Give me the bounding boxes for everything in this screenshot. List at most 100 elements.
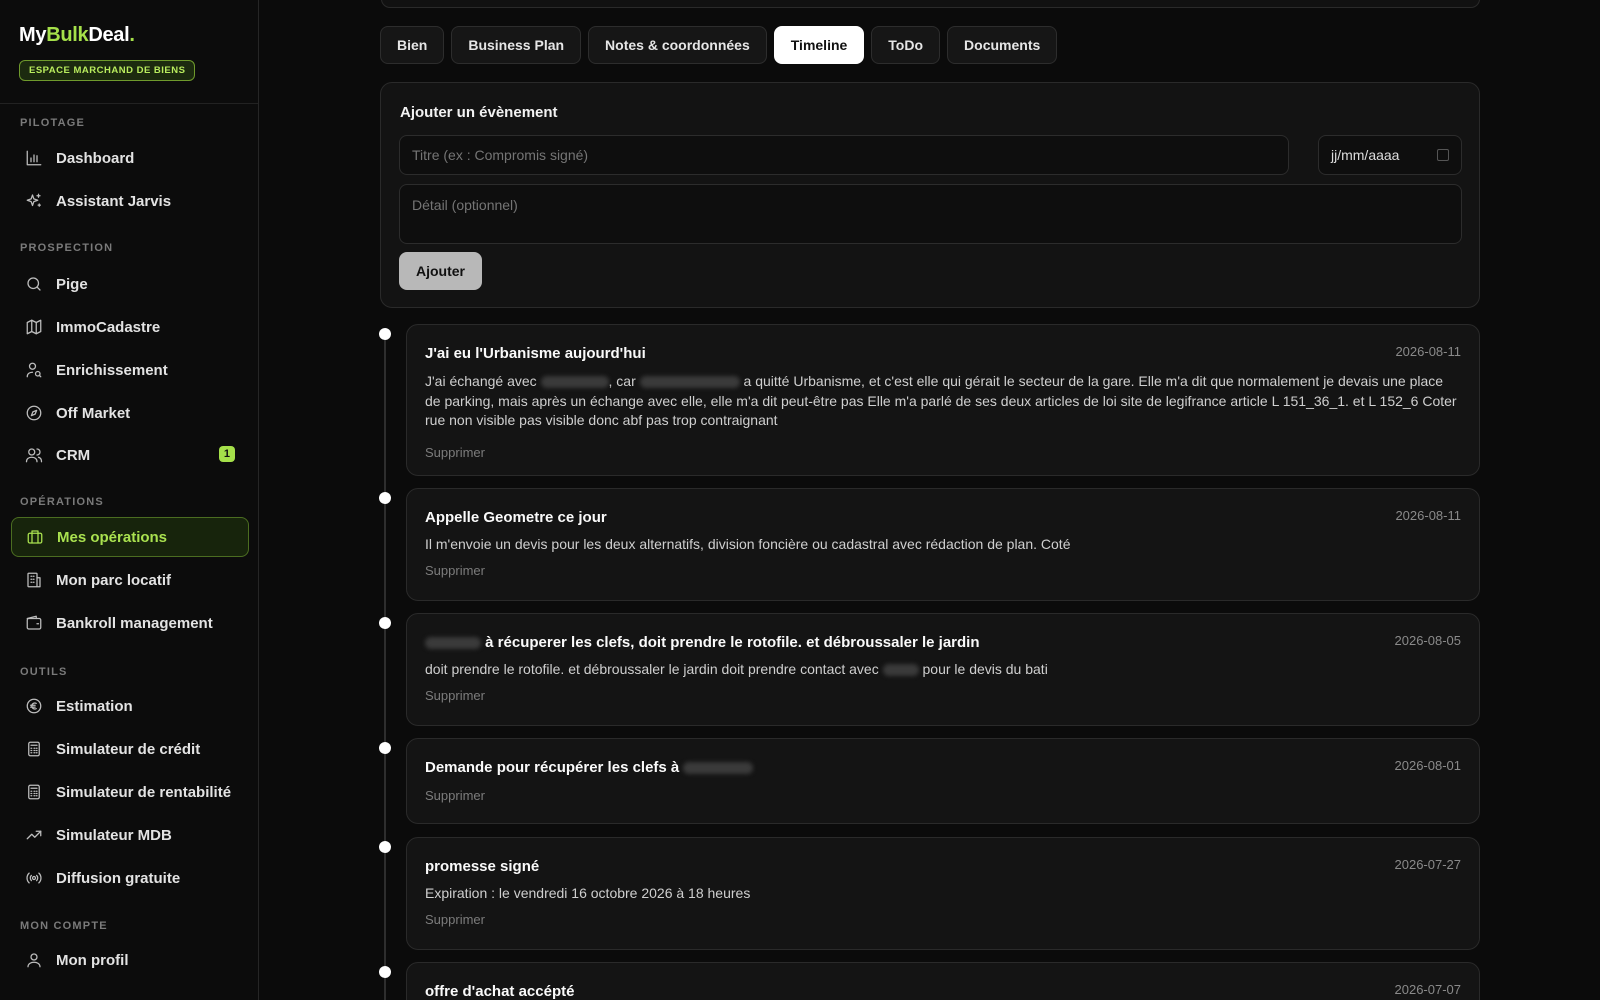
event-title: à récuperer les clefs, doit prendre le r…	[425, 634, 980, 651]
user-icon	[24, 950, 44, 970]
redacted-name	[540, 376, 609, 389]
space-badge: ESPACE MARCHAND DE BIENS	[19, 60, 196, 81]
sidebar-item-label: Assistant Jarvis	[56, 192, 172, 210]
timeline-dot	[379, 742, 391, 754]
event-date: 2026-07-27	[1394, 857, 1462, 872]
broadcast-icon	[24, 868, 44, 888]
top-card-edge	[381, 0, 1480, 8]
timeline-dot	[379, 841, 391, 853]
sidebar-item-label: Dashboard	[56, 149, 135, 167]
brand-area: MyBulkDeal. ESPACE MARCHAND DE BIENS	[0, 0, 258, 104]
sidebar-item-simulateur-credit[interactable]: Simulateur de crédit	[11, 729, 249, 769]
event-detail: doit prendre le rotofile. et débroussale…	[425, 661, 1048, 677]
section-outils: OUTILS	[20, 666, 68, 678]
delete-event-link[interactable]: Supprimer	[425, 788, 485, 803]
sidebar-item-estimation[interactable]: Estimation	[11, 686, 249, 726]
event-title: promesse signé	[425, 858, 540, 875]
tab-documents[interactable]: Documents	[947, 26, 1058, 64]
event-detail: Expiration : le vendredi 16 octobre 2026…	[425, 885, 751, 901]
briefcase-icon	[25, 527, 45, 547]
search-icon	[24, 274, 44, 294]
delete-event-link[interactable]: Supprimer	[425, 912, 485, 927]
timeline-dot	[379, 328, 391, 340]
sidebar-item-label: Estimation	[56, 697, 133, 715]
sparkles-icon	[24, 191, 44, 211]
event-date: 2026-08-11	[1395, 344, 1461, 359]
calculator-icon	[24, 782, 44, 802]
add-event-button[interactable]: Ajouter	[399, 252, 482, 290]
event-date: 2026-08-05	[1394, 633, 1462, 648]
timeline-event: à récuperer les clefs, doit prendre le r…	[406, 613, 1480, 726]
sidebar-item-immocadastre[interactable]: ImmoCadastre	[11, 307, 249, 347]
sidebar-item-assistant-jarvis[interactable]: Assistant Jarvis	[11, 181, 249, 221]
sidebar-item-label: Diffusion gratuite	[56, 869, 181, 887]
event-date-input[interactable]: jj/mm/aaaa	[1318, 135, 1462, 175]
section-prospection: PROSPECTION	[20, 242, 114, 254]
delete-event-link[interactable]: Supprimer	[425, 445, 485, 460]
tab-timeline[interactable]: Timeline	[773, 26, 865, 64]
sidebar-item-label: Simulateur de rentabilité	[56, 783, 232, 801]
users-icon	[24, 445, 44, 465]
operation-tabs: Bien Business Plan Notes & coordonnées T…	[380, 26, 1058, 64]
sidebar: MyBulkDeal. ESPACE MARCHAND DE BIENS PIL…	[0, 0, 259, 1000]
sidebar-item-dashboard[interactable]: Dashboard	[11, 138, 249, 178]
delete-event-link[interactable]: Supprimer	[425, 688, 485, 703]
sidebar-item-mes-operations[interactable]: Mes opérations	[11, 517, 249, 557]
compass-icon	[24, 403, 44, 423]
redacted-name	[639, 376, 740, 389]
map-icon	[24, 317, 44, 337]
wallet-icon	[24, 613, 44, 633]
tab-bien[interactable]: Bien	[380, 26, 445, 64]
timeline-event: J'ai eu l'Urbanisme aujourd'hui 2026-08-…	[406, 324, 1480, 476]
date-placeholder: jj/mm/aaaa	[1331, 147, 1400, 163]
bar-chart-icon	[24, 148, 44, 168]
sidebar-item-label: Mon parc locatif	[56, 571, 172, 589]
sidebar-item-mon-profil[interactable]: Mon profil	[11, 940, 249, 980]
logo[interactable]: MyBulkDeal.	[19, 24, 239, 47]
event-title-input[interactable]	[399, 135, 1289, 175]
event-detail: Il m'envoie un devis pour les deux alter…	[425, 536, 1071, 552]
sidebar-item-label: Pige	[56, 275, 88, 293]
event-detail-input[interactable]	[399, 184, 1462, 244]
sidebar-item-pige[interactable]: Pige	[11, 264, 249, 304]
sidebar-item-label: Mon profil	[56, 951, 129, 969]
event-title: offre d'achat accépté	[425, 983, 575, 1000]
delete-event-link[interactable]: Supprimer	[425, 563, 485, 578]
sidebar-item-label: Off Market	[56, 404, 131, 422]
user-search-icon	[24, 360, 44, 380]
section-pilotage: PILOTAGE	[20, 117, 86, 129]
redacted-name	[425, 637, 481, 650]
sidebar-item-off-market[interactable]: Off Market	[11, 393, 249, 433]
crm-count-badge: 1	[218, 446, 235, 462]
sidebar-item-mon-parc-locatif[interactable]: Mon parc locatif	[11, 560, 249, 600]
calculator-icon	[24, 739, 44, 759]
sidebar-item-label: Mes opérations	[57, 528, 168, 546]
sidebar-item-label: ImmoCadastre	[56, 318, 161, 336]
calendar-icon[interactable]	[1437, 149, 1449, 161]
sidebar-item-label: CRM	[56, 446, 91, 464]
event-title: Appelle Geometre ce jour	[425, 509, 607, 526]
tab-todo[interactable]: ToDo	[871, 26, 941, 64]
event-title: Demande pour récupérer les clefs à	[425, 759, 754, 776]
event-date: 2026-08-01	[1394, 758, 1462, 773]
tab-business-plan[interactable]: Business Plan	[451, 26, 582, 64]
sidebar-item-diffusion-gratuite[interactable]: Diffusion gratuite	[11, 858, 249, 898]
event-detail: J'ai échangé avec , car a quitté Urbanis…	[425, 373, 1457, 428]
event-title: J'ai eu l'Urbanisme aujourd'hui	[425, 345, 646, 362]
sidebar-item-bankroll-management[interactable]: Bankroll management	[11, 603, 249, 643]
timeline-dot	[379, 966, 391, 978]
timeline-line	[384, 334, 386, 1000]
sidebar-item-crm[interactable]: CRM 1	[11, 435, 249, 475]
sidebar-item-simulateur-rentabilite[interactable]: Simulateur de rentabilité	[11, 772, 249, 812]
sidebar-item-enrichissement[interactable]: Enrichissement	[11, 350, 249, 390]
trending-up-icon	[24, 825, 44, 845]
sidebar-item-simulateur-mdb[interactable]: Simulateur MDB	[11, 815, 249, 855]
sidebar-item-label: Bankroll management	[56, 614, 213, 632]
section-operations: OPÉRATIONS	[20, 496, 104, 508]
sidebar-item-label: Enrichissement	[56, 361, 168, 379]
section-mon-compte: MON COMPTE	[20, 920, 108, 932]
tab-notes-coordonnees[interactable]: Notes & coordonnées	[588, 26, 767, 64]
euro-icon	[24, 696, 44, 716]
add-event-card: Ajouter un évènement jj/mm/aaaa Ajouter	[380, 82, 1480, 308]
building-icon	[24, 570, 44, 590]
